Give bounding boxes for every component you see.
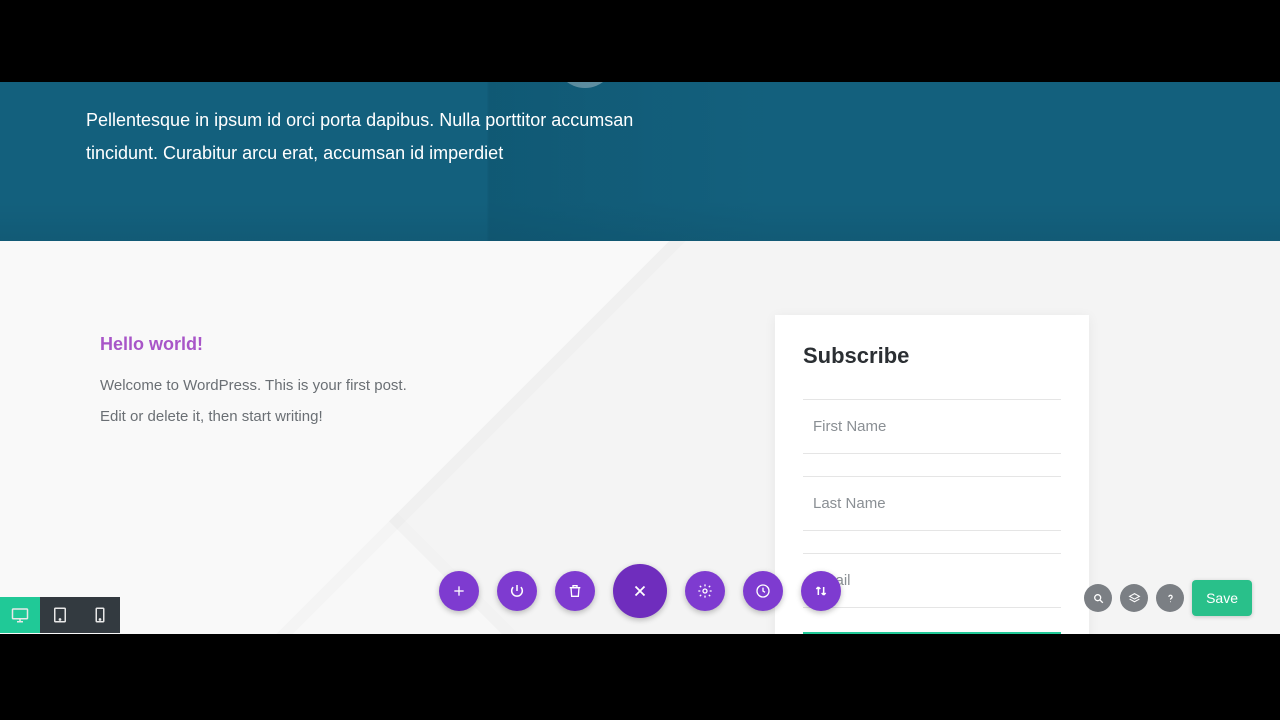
- hero-section: Pellentesque in ipsum id orci porta dapi…: [0, 82, 1280, 241]
- device-preview-switcher: [0, 597, 120, 633]
- history-button[interactable]: [743, 571, 783, 611]
- add-button[interactable]: [439, 571, 479, 611]
- desktop-view-button[interactable]: [0, 597, 40, 633]
- layers-icon[interactable]: [1120, 584, 1148, 612]
- blog-post-excerpt: Hello world! Welcome to WordPress. This …: [100, 334, 410, 433]
- letterbox-top: [0, 0, 1280, 82]
- editor-viewport: Pellentesque in ipsum id orci porta dapi…: [0, 82, 1280, 634]
- letterbox-bottom: [0, 634, 1280, 720]
- post-title[interactable]: Hello world!: [100, 334, 410, 355]
- right-utility-bar: Save: [1084, 580, 1252, 616]
- close-button[interactable]: [613, 564, 667, 618]
- help-icon[interactable]: [1156, 584, 1184, 612]
- phone-view-button[interactable]: [80, 597, 120, 633]
- settings-button[interactable]: [685, 571, 725, 611]
- post-body: Welcome to WordPress. This is your first…: [100, 371, 410, 433]
- save-button[interactable]: Save: [1192, 580, 1252, 616]
- tablet-view-button[interactable]: [40, 597, 80, 633]
- content-area: Hello world! Welcome to WordPress. This …: [0, 241, 1280, 634]
- first-name-field[interactable]: [803, 399, 1061, 454]
- sort-button[interactable]: [801, 571, 841, 611]
- zoom-icon[interactable]: [1084, 584, 1112, 612]
- subscribe-heading: Subscribe: [803, 343, 1061, 369]
- last-name-field[interactable]: [803, 476, 1061, 531]
- email-field[interactable]: [803, 553, 1061, 608]
- power-button[interactable]: [497, 571, 537, 611]
- builder-action-bar: [439, 564, 841, 618]
- hero-avatar-cutoff: [555, 82, 615, 88]
- subscribe-submit-button[interactable]: [803, 632, 1061, 634]
- trash-button[interactable]: [555, 571, 595, 611]
- hero-paragraph: Pellentesque in ipsum id orci porta dapi…: [86, 104, 646, 171]
